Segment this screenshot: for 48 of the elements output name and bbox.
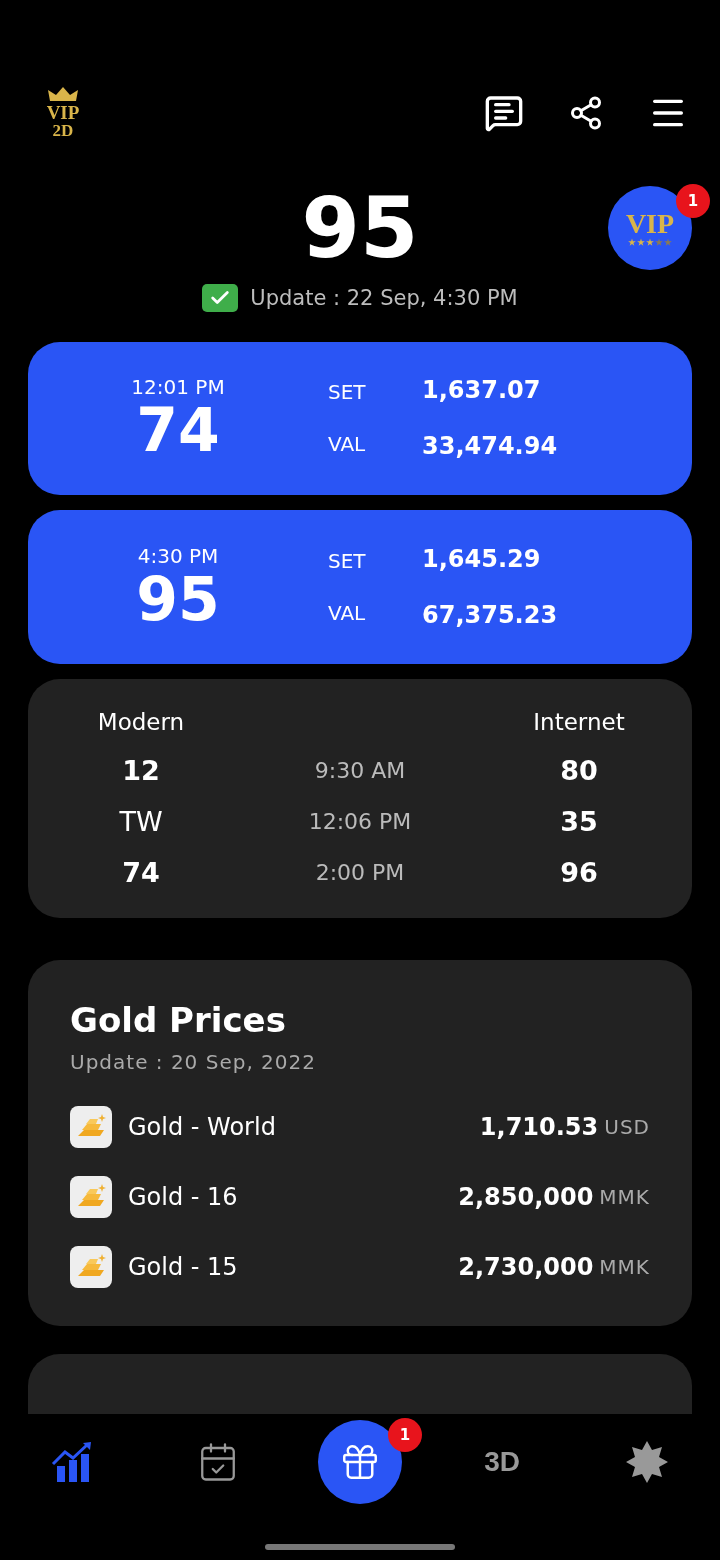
commodity-name: Gold - World — [128, 1113, 277, 1141]
currency-unit: MMK — [599, 1185, 650, 1209]
star-icon — [626, 1441, 669, 1483]
share-icon — [568, 95, 604, 132]
session-time: 12:01 PM — [131, 375, 225, 399]
internet-number: 35 — [560, 806, 598, 837]
modern-number: 12 — [122, 755, 160, 786]
session-time: 4:30 PM — [137, 543, 219, 568]
set-value: 1,645.29 — [422, 545, 542, 574]
draw-time: 2:00 PM — [315, 860, 405, 885]
column-header: Modern — [97, 709, 185, 735]
val-value: 67,375.23 — [422, 601, 559, 630]
commodity-name: Gold - 16 — [128, 1183, 239, 1211]
bullion-bars-icon — [70, 1176, 112, 1218]
commodity-price: 1,710.53 — [479, 1113, 599, 1141]
currency-unit: MMK — [599, 1255, 650, 1279]
bullion-bars-icon — [70, 1106, 112, 1148]
draw-time: 12:06 PM — [308, 809, 412, 834]
commodity-price: 2,850,000 — [458, 1183, 594, 1211]
commodity-price: 2,730,000 — [458, 1253, 594, 1281]
val-value: 33,474.94 — [422, 432, 559, 461]
val-label: VAL — [328, 601, 367, 626]
chat-button[interactable] — [484, 93, 524, 134]
set-label: SET — [328, 380, 367, 405]
result-number: 95 — [301, 186, 419, 271]
card-title: Gold Prices — [70, 1000, 287, 1040]
update-time: Update : 22 Sep, 4:30 PM — [250, 286, 518, 311]
set-label: SET — [328, 549, 367, 574]
commodity-name: Gold - 15 — [128, 1253, 239, 1281]
internet-number: 96 — [560, 857, 598, 888]
notification-badge: 1 — [676, 184, 710, 219]
set-value: 1,637.07 — [422, 376, 542, 405]
internet-number: 80 — [560, 755, 598, 786]
session-number: 74 — [136, 399, 220, 462]
session-number: 95 — [136, 567, 220, 631]
bullion-bars-icon — [70, 1246, 112, 1288]
3d-tab[interactable]: 3D — [457, 1420, 548, 1504]
update-date: Update : 20 Sep, 2022 — [70, 1050, 317, 1074]
draw-time: 9:30 AM — [314, 758, 406, 783]
message-icon — [484, 93, 524, 134]
share-button[interactable] — [568, 95, 604, 132]
modern-number: 74 — [122, 857, 160, 888]
currency-unit: USD — [604, 1115, 650, 1139]
val-label: VAL — [328, 432, 367, 457]
column-header: Internet — [533, 709, 625, 735]
modern-number: TW — [119, 806, 163, 837]
notification-badge: 1 — [387, 1418, 422, 1452]
app-logo: VIP 2D — [40, 87, 86, 140]
